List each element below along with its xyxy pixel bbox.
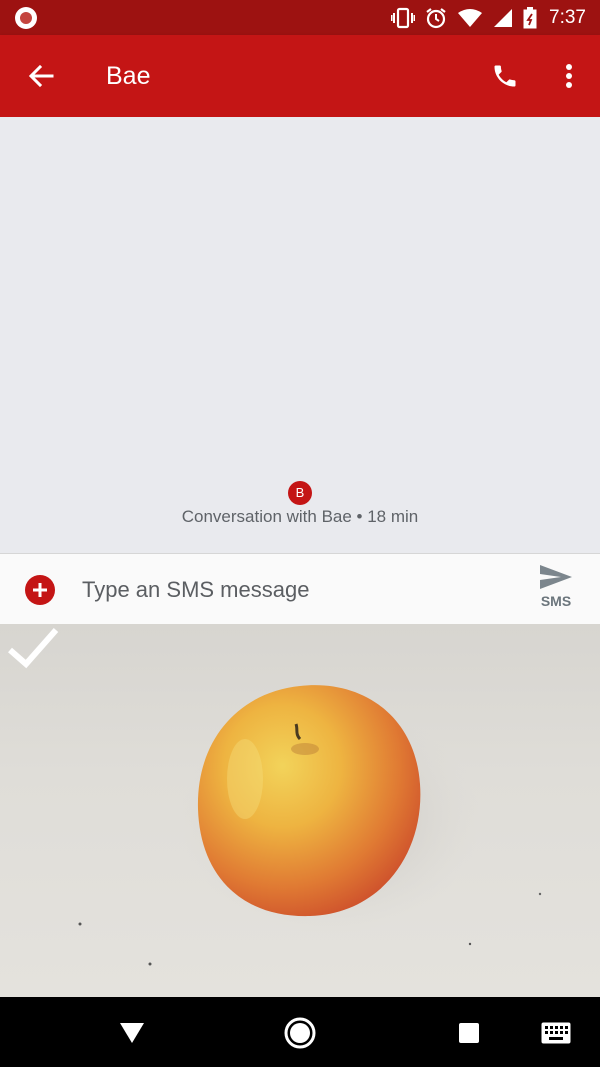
- checkmark-icon[interactable]: [0, 624, 64, 674]
- add-attachment-button[interactable]: [25, 575, 55, 605]
- back-triangle-icon: [120, 1023, 144, 1043]
- conversation-info: Conversation with Bae • 18 min: [181, 507, 419, 526]
- send-label: SMS: [540, 593, 572, 609]
- alarm-icon: [426, 7, 446, 28]
- back-arrow-icon: [28, 64, 54, 88]
- nav-back-button[interactable]: [110, 1011, 154, 1055]
- phone-icon: [494, 65, 516, 87]
- status-icons: 7:37: [391, 0, 586, 35]
- more-vert-icon: [566, 64, 572, 88]
- conversation-area: B Conversation with Bae • 18 min: [0, 117, 600, 553]
- vibrate-icon: [391, 7, 416, 28]
- nav-recents-button[interactable]: [447, 1011, 491, 1055]
- add-attachment-icon: [33, 583, 47, 597]
- app-bar: Bae: [0, 35, 600, 117]
- keyboard-icon: [541, 1022, 571, 1044]
- conversation-title: Bae: [106, 62, 151, 90]
- notification-dot-icon: [15, 7, 37, 29]
- home-circle-icon: [284, 1017, 316, 1049]
- back-button[interactable]: [18, 53, 64, 99]
- nav-home-button[interactable]: [278, 1011, 322, 1055]
- signal-icon: [494, 8, 513, 27]
- contact-avatar[interactable]: B: [288, 481, 312, 505]
- status-time: 7:37: [549, 6, 586, 28]
- navigation-bar: [0, 997, 600, 1067]
- send-button[interactable]: SMS: [528, 564, 584, 620]
- nav-keyboard-button[interactable]: [534, 1011, 578, 1055]
- compose-bar: SMS: [0, 553, 600, 624]
- send-icon: [540, 565, 572, 589]
- recents-square-icon: [459, 1023, 479, 1043]
- wifi-icon: [458, 8, 483, 27]
- message-input[interactable]: [82, 568, 502, 612]
- more-options-button[interactable]: [546, 53, 592, 99]
- battery-icon: [523, 6, 537, 28]
- camera-preview[interactable]: [0, 624, 600, 997]
- status-bar: 7:37: [0, 0, 600, 35]
- call-button[interactable]: [482, 53, 528, 99]
- apple-photo: [78, 685, 542, 966]
